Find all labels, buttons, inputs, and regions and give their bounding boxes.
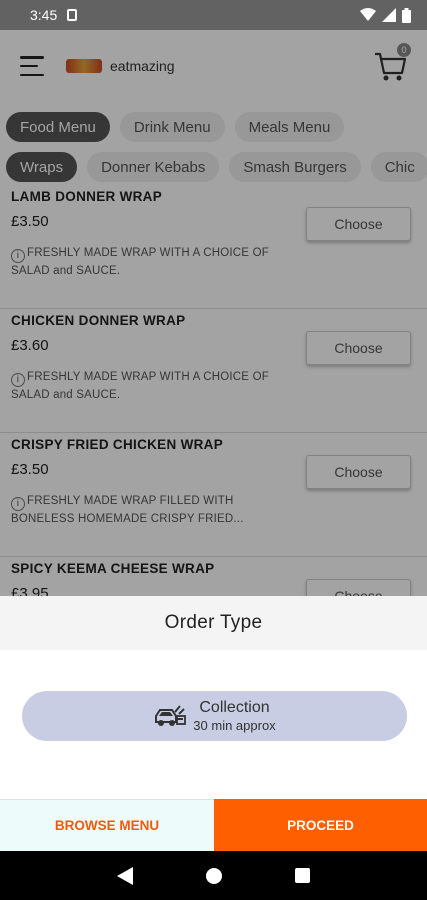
- car-icon: [155, 705, 187, 726]
- battery-icon: [402, 7, 411, 23]
- status-time: 3:45: [30, 7, 58, 23]
- collection-option[interactable]: Collection 30 min approx: [22, 691, 407, 741]
- modal-scrim[interactable]: [0, 30, 427, 596]
- collection-text: Collection 30 min approx: [193, 699, 275, 733]
- back-icon[interactable]: [116, 866, 133, 885]
- recents-icon[interactable]: [295, 868, 311, 883]
- collection-time: 30 min approx: [193, 718, 276, 733]
- sheet-title: Order Type: [0, 596, 427, 650]
- status-bar: 3:45: [0, 0, 427, 30]
- proceed-button[interactable]: PROCEED: [214, 799, 427, 851]
- browse-menu-button[interactable]: BROWSE MENU: [0, 799, 214, 851]
- signal-icon: [382, 8, 396, 22]
- home-icon[interactable]: [205, 867, 222, 884]
- collection-label: Collection: [199, 699, 270, 716]
- sheet-actions: BROWSE MENU PROCEED: [0, 799, 427, 851]
- navigation-bar: [0, 851, 427, 900]
- status-icons: [360, 7, 411, 23]
- wifi-icon: [360, 8, 376, 21]
- sim-icon: [67, 9, 78, 21]
- menu-screen: eatmazing 0 Food Menu Drink Menu Meals M…: [0, 30, 427, 596]
